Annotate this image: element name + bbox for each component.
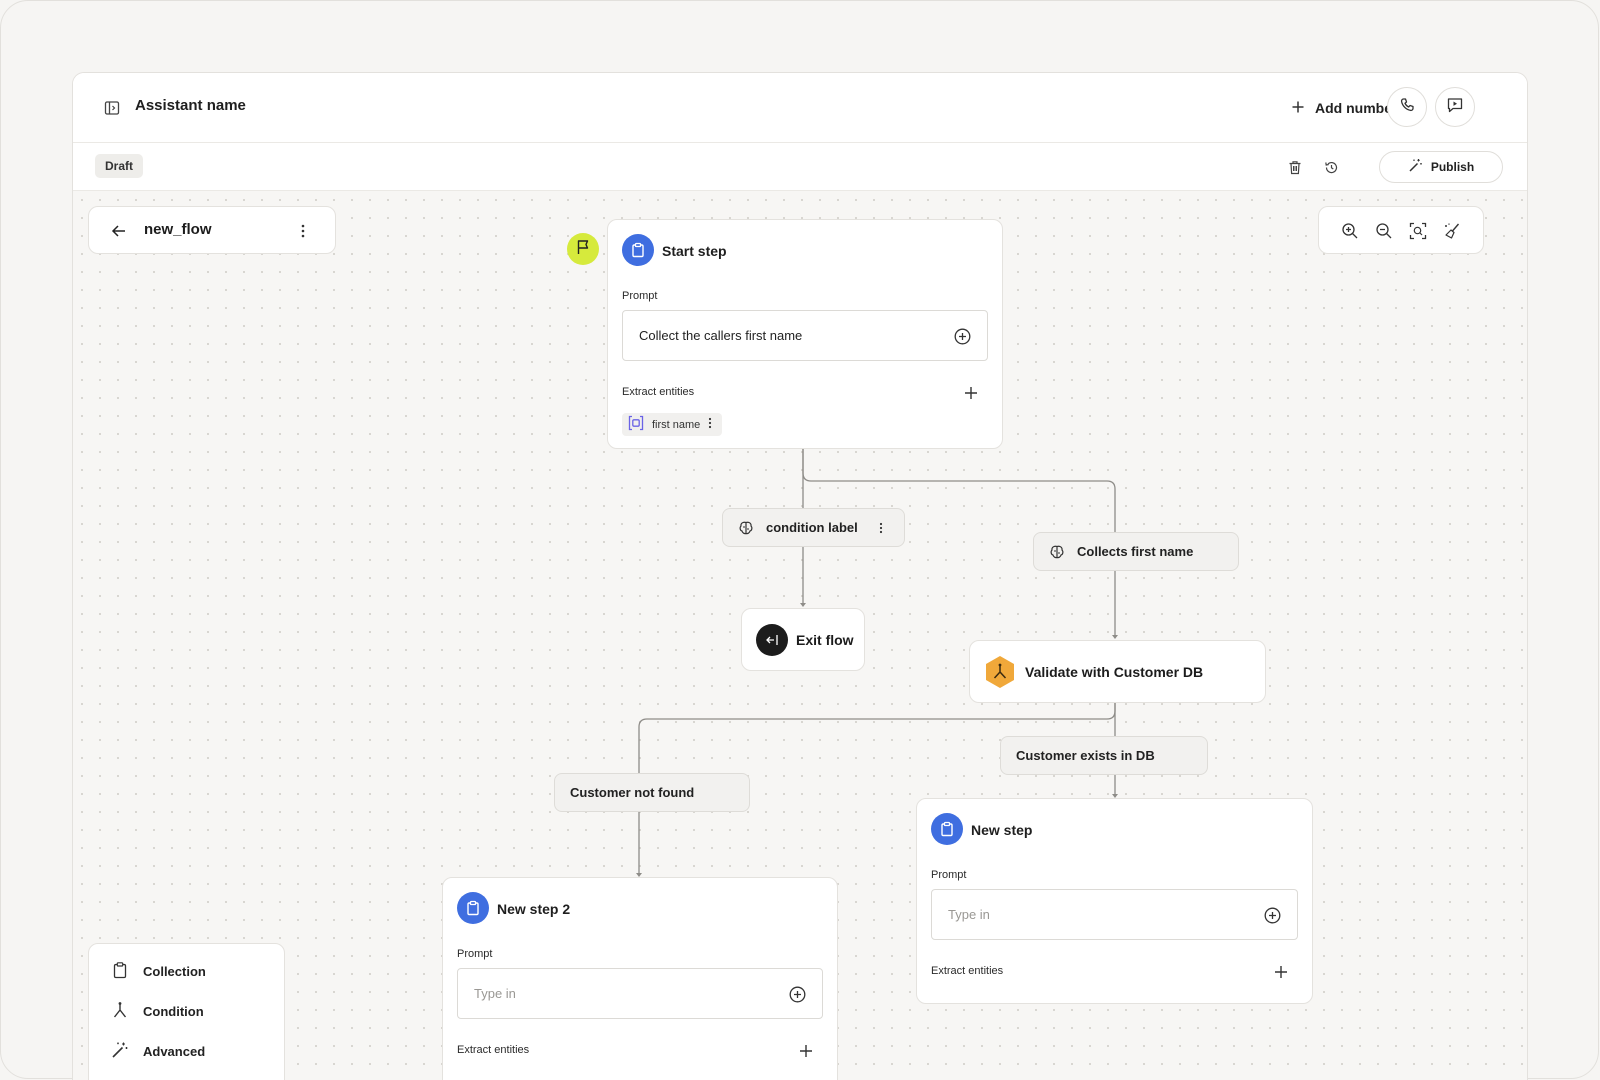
flow-toolbar: Draft Publish [73,143,1527,191]
entity-name: first name [652,418,701,431]
clipboard-icon [457,892,489,924]
more-vertical-icon[interactable] [300,223,306,244]
tidy-icon[interactable] [1443,222,1461,245]
prompt-label: Prompt [622,290,658,302]
start-step-card[interactable]: Start step Prompt Collect the callers fi… [607,219,1003,449]
new-step-title: New step [971,822,1033,838]
zoom-controls [1318,206,1484,254]
prompt-placeholder: Type in [948,907,990,922]
more-vertical-icon[interactable] [879,522,883,537]
condition-label-pill[interactable]: condition label [722,508,905,547]
palette-item-label: Collection [143,964,206,979]
prompt-input[interactable]: Type in [457,968,823,1019]
add-number-button[interactable]: Add number [1291,96,1397,120]
palette-item-advanced[interactable]: Advanced [111,1041,205,1062]
extract-entities-label: Extract entities [931,965,1004,977]
palette-item-label: Advanced [143,1044,206,1059]
customer-not-found-pill[interactable]: Customer not found [554,773,750,812]
new-step-2-title: New step 2 [497,901,571,917]
new-step-card[interactable]: New step Prompt Type in Extract entities [916,798,1313,1004]
sidebar-toggle-icon[interactable] [103,99,121,117]
plus-circle-icon[interactable] [789,986,806,1003]
more-vertical-icon[interactable] [708,417,712,432]
node-palette: Collection Condition Advanced [88,943,285,1080]
branch-icon [111,1001,129,1022]
fit-view-icon[interactable] [1409,222,1427,245]
plus-circle-icon[interactable] [1264,907,1281,924]
entity-icon [628,415,644,434]
clipboard-icon [111,961,129,982]
add-number-label: Add number [1315,100,1398,116]
validate-node[interactable]: Validate with Customer DB [969,640,1266,703]
customer-exists-text: Customer exists in DB [1016,748,1155,763]
flow-canvas[interactable]: new_flow Start step Prompt Collect the c… [73,191,1527,1080]
prompt-label: Prompt [457,948,493,960]
prompt-input[interactable]: Type in [931,889,1298,940]
add-entity-plus-icon[interactable] [799,1044,813,1058]
chat-icon [1446,96,1464,119]
extract-entities-label: Extract entities [457,1044,530,1056]
add-entity-plus-icon[interactable] [964,386,978,400]
branch-icon [984,655,1016,694]
prompt-placeholder: Type in [474,986,516,1001]
flow-header-panel: new_flow [88,206,336,254]
prompt-label: Prompt [931,869,967,881]
add-entity-plus-icon[interactable] [1274,965,1288,979]
publish-label: Publish [1430,160,1475,174]
exit-icon [756,624,788,656]
palette-item-collection[interactable]: Collection [111,961,206,982]
arrow-left-icon[interactable] [111,223,127,244]
magic-wand-icon [111,1041,129,1062]
status-badge: Draft [95,154,144,178]
entity-chip[interactable]: first name [622,413,723,436]
plus-circle-icon[interactable] [954,328,971,345]
exit-flow-label: Exit flow [796,632,854,648]
prompt-value: Collect the callers first name [639,328,803,343]
magic-wand-icon [1408,158,1423,176]
condition-label-text: condition label [766,520,858,535]
customer-exists-pill[interactable]: Customer exists in DB [1000,736,1208,775]
clipboard-icon [622,234,654,266]
phone-icon [1399,97,1415,118]
palette-item-label: Condition [143,1004,204,1019]
palette-item-condition[interactable]: Condition [111,1001,204,1022]
clipboard-icon [931,813,963,845]
publish-button[interactable]: Publish [1379,151,1503,183]
history-icon[interactable] [1322,158,1340,176]
start-flag-marker [567,233,599,265]
assistant-name-title[interactable]: Assistant name [135,97,246,114]
flag-icon [575,239,591,260]
new-step-2-card[interactable]: New step 2 Prompt Type in Extract entiti… [442,877,838,1080]
plus-icon [1291,100,1305,117]
zoom-out-icon[interactable] [1375,222,1393,245]
call-button[interactable] [1387,87,1427,127]
brain-icon [738,520,754,539]
exit-flow-node[interactable]: Exit flow [741,608,865,671]
chat-button[interactable] [1435,87,1475,127]
start-step-title: Start step [662,243,727,259]
customer-not-found-text: Customer not found [570,785,695,800]
flow-name[interactable]: new_flow [144,221,212,238]
extract-entities-label: Extract entities [622,386,695,398]
trash-icon[interactable] [1286,158,1304,176]
zoom-in-icon[interactable] [1341,222,1359,245]
prompt-input[interactable]: Collect the callers first name [622,310,988,361]
collects-first-name-pill[interactable]: Collects first name [1033,532,1239,571]
validate-label: Validate with Customer DB [1025,664,1204,680]
app-window: Assistant name Add number Draft Publish … [72,72,1528,1080]
brain-icon [1049,544,1065,563]
collects-first-name-text: Collects first name [1077,544,1194,559]
top-header: Assistant name Add number [73,73,1527,143]
